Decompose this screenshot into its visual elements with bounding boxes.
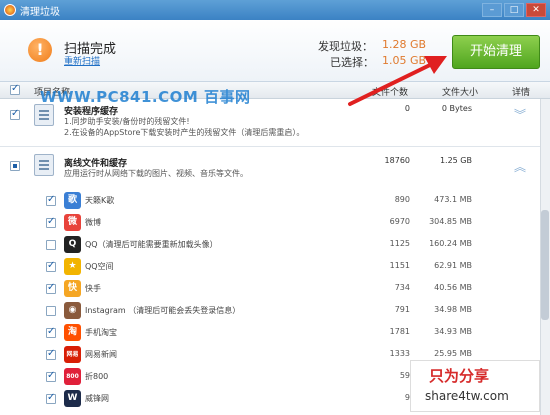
group-desc-line: 2.在设备的AppStore下载安装时产生的残留文件（清理后需重启）。 [64, 128, 305, 137]
promo-line1: 只为分享 [429, 367, 490, 385]
group-checkbox[interactable] [10, 108, 20, 120]
item-checkbox[interactable] [46, 194, 56, 206]
item-size: 25.95 MB [434, 349, 472, 358]
item-checkbox[interactable] [46, 326, 56, 338]
item-count: 1125 [389, 239, 410, 248]
column-count[interactable]: 文件个数 [372, 85, 408, 98]
select-all-checkbox[interactable] [10, 83, 20, 95]
item-count: 59 [399, 371, 410, 380]
tianlai-icon: 歌 [64, 192, 81, 209]
item-count: 734 [394, 283, 410, 292]
item-checkbox[interactable] [46, 260, 56, 272]
selected-label: 已选择： [330, 56, 374, 69]
item-size: 34.93 MB [434, 327, 472, 336]
item-size: 304.85 MB [429, 217, 472, 226]
app-cache-row[interactable]: ★ QQ空间 1151 62.91 MB [0, 256, 540, 278]
weibo-icon: 微 [64, 214, 81, 231]
item-checkbox[interactable] [46, 240, 56, 250]
item-count: 890 [394, 195, 410, 204]
app-cache-row[interactable]: 微微博 6970 304.85 MB [0, 212, 540, 234]
group-size: 1.25 GB [439, 156, 472, 165]
item-name: QQ空间 [85, 262, 114, 271]
group-count: 0 [404, 104, 410, 113]
app-cache-row[interactable]: 快快手 734 40.56 MB [0, 278, 540, 300]
app-cache-row[interactable]: ◉ Instagram （清理后可能会丢失登录信息） 791 34.98 MB [0, 300, 540, 322]
chevron-down-icon[interactable]: ︾ [514, 106, 526, 123]
start-clean-button[interactable]: 开始清理 [452, 35, 540, 69]
app-cache-row[interactable]: Q QQ（清理后可能需要重新加载头像） 1125 160.24 MB [0, 234, 540, 256]
item-checkbox[interactable] [46, 348, 56, 360]
item-size: 473.1 MB [434, 195, 472, 204]
item-count: 6970 [389, 217, 410, 226]
close-button[interactable]: ✕ [526, 3, 546, 17]
app-cache-row[interactable]: 歌天籁K歌 890 473.1 MB [0, 190, 540, 212]
item-count: 1151 [389, 261, 410, 270]
item-size: 62.91 MB [434, 261, 472, 270]
item-checkbox[interactable] [46, 370, 56, 382]
divider [0, 146, 540, 147]
qzone-icon: ★ [64, 258, 81, 275]
item-name: 手机淘宝 [85, 328, 117, 337]
zhe800-icon: 800 [64, 368, 81, 385]
item-checkbox[interactable] [46, 392, 56, 404]
app-cache-row[interactable]: 淘手机淘宝 1781 34.93 MB [0, 322, 540, 344]
weiphone-icon: W [64, 390, 81, 407]
maximize-button[interactable]: □ [504, 3, 524, 17]
promo-line2: share4tw.com [425, 389, 509, 403]
offline-cache-icon [34, 154, 54, 176]
rescan-link[interactable]: 重新扫描 [64, 54, 100, 67]
found-junk-value: 1.28 GB [382, 38, 427, 51]
item-name: 快手 [85, 284, 101, 293]
item-count: 9 [404, 393, 410, 402]
item-count: 1333 [389, 349, 410, 358]
item-size: 160.24 MB [429, 239, 472, 248]
group-desc-line: 应用运行时从网络下载的图片、视频、音乐等文件。 [64, 169, 248, 178]
selected-value: 1.05 GB [382, 54, 427, 67]
title-bar: 清理垃圾 – □ ✕ [0, 0, 550, 20]
warning-icon: ! [28, 38, 52, 62]
group-count: 18760 [384, 156, 410, 165]
item-count: 791 [394, 305, 410, 314]
group-checkbox[interactable] [10, 161, 20, 171]
group-offline-cache: 离线文件和缓存 应用运行时从网络下载的图片、视频、音乐等文件。 18760 1.… [0, 150, 550, 188]
column-size[interactable]: 文件大小 [442, 85, 478, 98]
item-checkbox[interactable] [46, 306, 56, 316]
window-controls: – □ ✕ [482, 3, 546, 17]
scrollbar-thumb[interactable] [541, 210, 549, 320]
column-detail: 详情 [512, 88, 531, 98]
window-title: 清理垃圾 [20, 6, 60, 18]
install-cache-icon [34, 104, 54, 126]
group-install-cache: 安装程序缓存 1.同步助手安装/备份时的残留文件! 2.在设备的AppStore… [0, 100, 550, 146]
item-size: 34.98 MB [434, 305, 472, 314]
netease-news-icon: 网易 [64, 346, 81, 363]
item-name: 网易新闻 [85, 350, 117, 359]
item-count: 1781 [389, 327, 410, 336]
instagram-icon: ◉ [64, 302, 81, 319]
item-size: 40.56 MB [434, 283, 472, 292]
item-name: 威锋网 [85, 394, 109, 403]
item-name: QQ（清理后可能需要重新加载头像） [85, 240, 218, 249]
group-size: 0 Bytes [441, 104, 472, 113]
group-desc-line: 1.同步助手安装/备份时的残留文件! [64, 117, 190, 126]
minimize-button[interactable]: – [482, 3, 502, 17]
item-name: 微博 [85, 218, 101, 227]
share-watermark-stamp: 只为分享 share4tw.com [410, 360, 540, 412]
item-name: Instagram （清理后可能会丢失登录信息） [85, 306, 241, 315]
item-checkbox[interactable] [46, 216, 56, 228]
item-name: 天籁K歌 [85, 196, 115, 205]
qq-icon: Q [64, 236, 81, 253]
item-name: 折800 [85, 372, 109, 381]
scan-summary-header: ! 扫描完成 重新扫描 发现垃圾： 1.28 GB 已选择： 1.05 GB 开… [0, 20, 550, 82]
chevron-up-icon[interactable]: ︽ [514, 158, 526, 175]
item-checkbox[interactable] [46, 282, 56, 294]
kuaishou-icon: 快 [64, 280, 81, 297]
found-junk-label: 发现垃圾： [318, 40, 373, 53]
taobao-icon: 淘 [64, 324, 81, 341]
app-logo-icon [4, 4, 16, 16]
